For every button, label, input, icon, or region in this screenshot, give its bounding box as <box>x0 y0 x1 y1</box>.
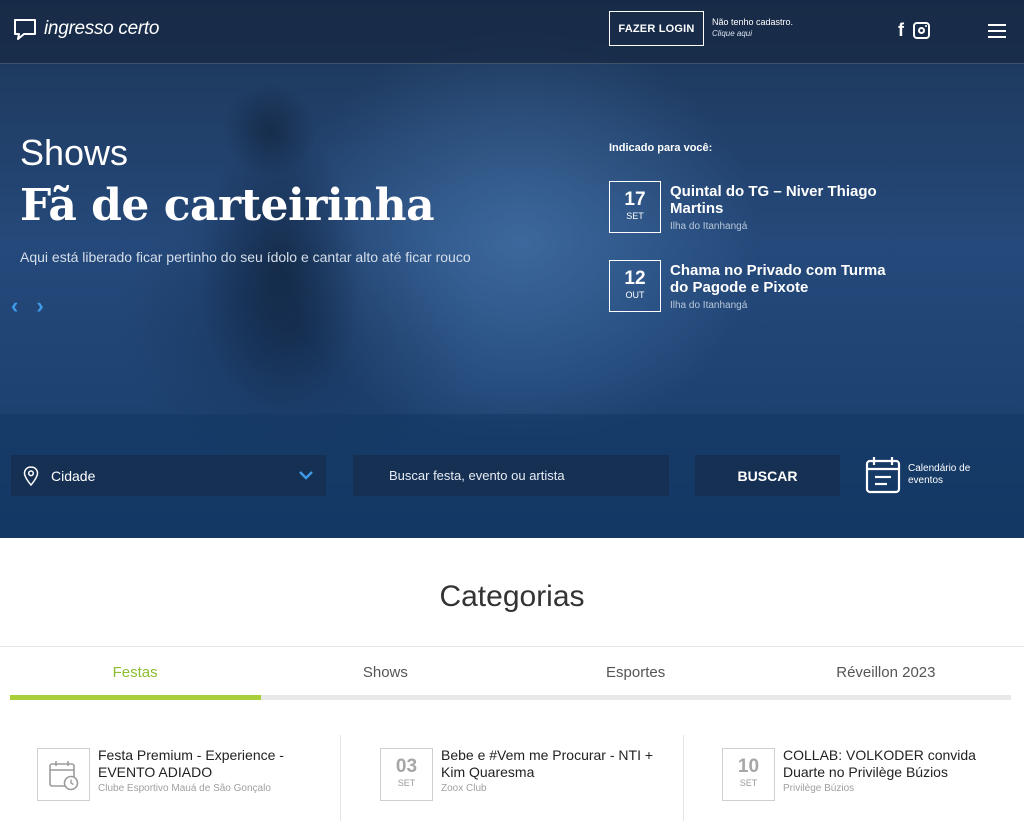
hero-title: Fã de carteirinha <box>20 180 435 231</box>
signup-click-here[interactable]: Clique aqui <box>712 29 793 38</box>
event-name[interactable]: COLLAB: VOLKODER convida Duarte no Privi… <box>783 747 998 781</box>
search-button[interactable]: BUSCAR <box>695 455 840 496</box>
divider <box>0 646 1024 647</box>
social-links: f <box>898 21 930 39</box>
recommended-title: Indicado para você: <box>609 142 713 154</box>
hamburger-menu-icon[interactable] <box>988 24 1006 38</box>
date-badge <box>37 748 90 801</box>
hero-category: Shows <box>20 132 129 173</box>
categories-heading: Categorias <box>439 580 585 613</box>
event-name[interactable]: Bebe e #Vem me Procurar - NTI + Kim Quar… <box>441 747 656 781</box>
chevron-left-icon[interactable]: ‹ <box>11 295 18 317</box>
login-button[interactable]: FAZER LOGIN <box>609 11 704 46</box>
calendar-icon <box>865 457 901 494</box>
date-day: 12 <box>624 268 646 289</box>
hero-subtitle: Aqui está liberado ficar pertinho do seu… <box>20 249 471 265</box>
hero-background-figure <box>225 80 315 180</box>
event-venue: Ilha do Itanhangá <box>670 300 748 311</box>
date-day: 10 <box>737 756 760 777</box>
signup-link[interactable]: Não tenho cadastro. Clique aqui <box>712 17 793 38</box>
logo-text: ingresso certo <box>44 18 160 39</box>
date-day: 17 <box>624 189 646 210</box>
event-card[interactable]: Festa Premium - Experience - EVENTO ADIA… <box>37 735 337 821</box>
divider <box>340 735 341 821</box>
date-month: SET <box>739 778 758 788</box>
date-month: SET <box>626 211 644 221</box>
tab-festas[interactable]: Festas <box>10 648 260 700</box>
date-month: SET <box>397 778 416 788</box>
chevron-right-icon[interactable]: › <box>36 295 43 317</box>
event-venue: Zoox Club <box>441 783 487 794</box>
event-calendar-link[interactable]: Calendário de eventos <box>865 456 988 494</box>
top-navigation-bar: ingresso certo FAZER LOGIN Não tenho cad… <box>0 0 1024 64</box>
tab-esportes[interactable]: Esportes <box>511 648 761 700</box>
search-input[interactable] <box>353 455 669 496</box>
category-tabs: Festas Shows Esportes Réveillon 2023 <box>10 648 1011 700</box>
tab-shows[interactable]: Shows <box>260 648 510 700</box>
date-badge: 03 SET <box>380 748 433 801</box>
instagram-icon[interactable] <box>913 21 930 39</box>
city-select-value: Cidade <box>51 467 96 484</box>
ticket-logo-icon <box>14 19 36 40</box>
event-card[interactable]: 03 SET Bebe e #Vem me Procurar - NTI + K… <box>380 735 680 821</box>
city-select[interactable]: Cidade <box>11 455 326 496</box>
date-badge: 10 SET <box>722 748 775 801</box>
date-day: 03 <box>395 756 418 777</box>
event-name[interactable]: Chama no Privado com Turma do Pagode e P… <box>670 262 900 296</box>
hero-banner: ingresso certo FAZER LOGIN Não tenho cad… <box>0 0 1024 538</box>
date-month: OUT <box>625 290 645 300</box>
date-badge: 17 SET <box>609 181 661 233</box>
date-badge: 12 OUT <box>609 260 661 312</box>
event-venue: Privilège Búzios <box>783 783 855 794</box>
event-venue: Clube Esportivo Mauá de São Gonçalo <box>98 783 271 794</box>
location-pin-icon <box>23 465 39 486</box>
event-venue: Ilha do Itanhangá <box>670 221 748 232</box>
calendar-clock-icon <box>48 761 78 791</box>
carousel-controls: ‹ › <box>11 295 44 317</box>
calendar-label: Calendário de eventos <box>908 463 971 486</box>
event-card[interactable]: 10 SET COLLAB: VOLKODER convida Duarte n… <box>722 735 1022 821</box>
event-name[interactable]: Quintal do TG – Niver Thiago Martins <box>670 183 900 217</box>
logo[interactable]: ingresso certo <box>12 17 159 41</box>
event-list: Festa Premium - Experience - EVENTO ADIA… <box>0 735 1024 821</box>
signup-text: Não tenho cadastro. <box>712 17 794 27</box>
tab-reveillon[interactable]: Réveillon 2023 <box>761 648 1011 700</box>
chevron-down-icon <box>299 471 313 480</box>
event-name[interactable]: Festa Premium - Experience - EVENTO ADIA… <box>98 747 313 781</box>
facebook-icon[interactable]: f <box>898 21 904 39</box>
active-tab-indicator <box>10 695 261 700</box>
divider <box>683 735 684 821</box>
